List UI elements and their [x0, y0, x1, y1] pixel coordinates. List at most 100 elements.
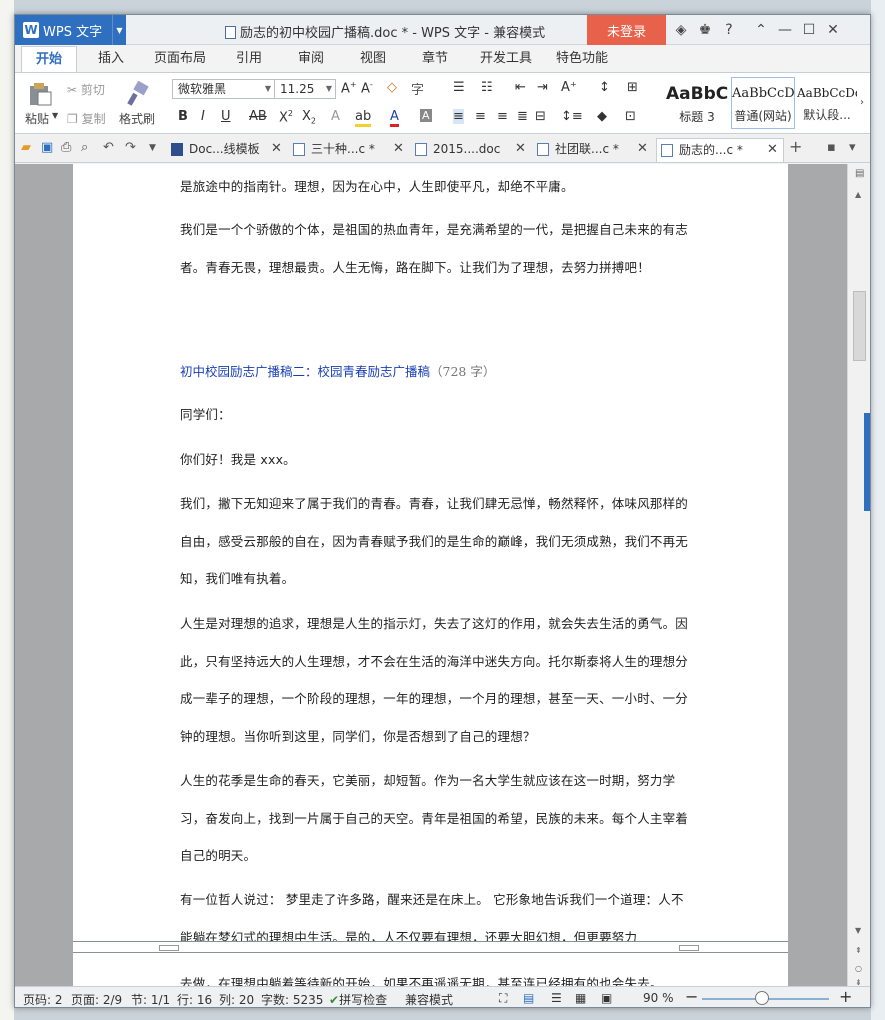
- app-menu-button[interactable]: W WPS 文字 ▼: [15, 15, 126, 45]
- font-color-icon[interactable]: A: [390, 109, 399, 127]
- reading-view-icon[interactable]: ▣: [601, 991, 612, 1005]
- close-button[interactable]: ✕: [821, 22, 845, 38]
- tab-view[interactable]: 视图: [351, 46, 395, 72]
- style-normal-web[interactable]: AaBbCcD 普通(网站): [731, 77, 795, 129]
- style-heading3[interactable]: AaBbC 标题 3: [665, 77, 729, 129]
- paste-button[interactable]: 粘贴: [25, 110, 49, 127]
- style-default-paragraph[interactable]: AaBbCcDd 默认段...: [797, 77, 857, 129]
- format-painter-icon[interactable]: [125, 80, 151, 107]
- document-area[interactable]: 是旅途中的指南针。理想，因为在心中，人生即使平凡，却绝不平庸。 我们是一个个骄傲…: [15, 164, 847, 986]
- paste-icon[interactable]: [27, 81, 53, 107]
- tab-page-layout[interactable]: 页面布局: [149, 46, 211, 72]
- bold-button[interactable]: B: [178, 109, 188, 124]
- clear-format-icon[interactable]: ◇: [387, 80, 397, 95]
- tab-chapter[interactable]: 章节: [413, 46, 457, 72]
- tab-references[interactable]: 引用: [227, 46, 271, 72]
- print-preview-icon[interactable]: ⌕: [81, 140, 88, 155]
- border-icon[interactable]: ⊡: [625, 109, 636, 124]
- char-shading-icon[interactable]: A: [420, 109, 432, 122]
- quick-access-dropdown-icon[interactable]: ▼: [149, 143, 156, 153]
- cut-button[interactable]: ✂ 剪切: [67, 81, 105, 98]
- shading-icon[interactable]: ◆: [597, 109, 607, 124]
- new-tab-icon[interactable]: +: [789, 137, 802, 156]
- close-tab-icon[interactable]: ✕: [767, 139, 778, 161]
- grow-font-button[interactable]: A+: [341, 80, 357, 96]
- phonetic-guide-icon[interactable]: 字: [411, 79, 424, 98]
- full-screen-icon[interactable]: ⛶: [499, 991, 507, 1006]
- tab-special-features[interactable]: 特色功能: [551, 46, 613, 72]
- print-icon[interactable]: ⎙: [61, 140, 71, 155]
- spell-check-button[interactable]: ✔拼写检查: [329, 991, 387, 1007]
- close-tab-icon[interactable]: ✕: [637, 138, 648, 160]
- zoom-in-button[interactable]: +: [839, 987, 852, 1006]
- strikethrough-button[interactable]: AB: [249, 109, 267, 124]
- font-size-select[interactable]: 11.25 ▼: [274, 79, 336, 99]
- doc-tab-3[interactable]: 2015....doc ✕: [411, 138, 529, 162]
- decrease-indent-icon[interactable]: ⇤: [515, 80, 526, 95]
- bullet-list-icon[interactable]: ☰: [453, 80, 465, 95]
- align-right-button[interactable]: ≡: [497, 109, 508, 124]
- tab-insert[interactable]: 插入: [89, 46, 133, 72]
- collapse-ribbon-icon[interactable]: ⌃: [749, 22, 773, 38]
- scroll-down-arrow[interactable]: ▼: [855, 926, 861, 935]
- doc-tab-4[interactable]: 社团联...c * ✕: [533, 138, 651, 162]
- tab-settings-icon[interactable]: ▾: [849, 140, 856, 155]
- highlight-icon[interactable]: ab: [355, 109, 372, 127]
- page-view-icon[interactable]: ▤: [523, 991, 534, 1005]
- document-page[interactable]: 是旅途中的指南针。理想，因为在心中，人生即使平凡，却绝不平庸。 我们是一个个骄傲…: [73, 164, 788, 986]
- tab-home[interactable]: 开始: [21, 46, 77, 72]
- paste-dropdown-icon[interactable]: ▼: [52, 111, 58, 120]
- previous-page-icon[interactable]: ⇞: [855, 946, 862, 955]
- undo-icon[interactable]: ↶: [103, 140, 114, 155]
- navigation-pane-icon[interactable]: ▤: [855, 168, 864, 179]
- login-button[interactable]: 未登录: [587, 15, 666, 45]
- vertical-scrollbar[interactable]: ▤ ▲ ▼ ⇞ ○ ⇟: [847, 164, 870, 987]
- copy-button[interactable]: ❐ 复制: [67, 110, 106, 127]
- table-border-icon[interactable]: ⊞: [627, 80, 638, 95]
- tab-developer[interactable]: 开发工具: [475, 46, 537, 72]
- redo-icon[interactable]: ↷: [125, 140, 136, 155]
- maximize-button[interactable]: ☐: [797, 22, 821, 38]
- save-icon[interactable]: ▣: [41, 140, 53, 155]
- distribute-button[interactable]: ⊟: [535, 109, 546, 124]
- shrink-font-button[interactable]: A-: [361, 80, 373, 96]
- justify-button[interactable]: ≣: [517, 109, 528, 124]
- scroll-up-arrow[interactable]: ▲: [855, 190, 861, 199]
- doc-tab-5-active[interactable]: 励志的...c * ✕: [656, 138, 784, 162]
- line-spacing-icon[interactable]: ↕≡: [561, 109, 583, 124]
- help-icon[interactable]: ?: [717, 22, 741, 38]
- chinese-layout-icon[interactable]: A⁺: [561, 80, 577, 95]
- select-browse-object-icon[interactable]: ○: [855, 964, 862, 973]
- open-icon[interactable]: ▰: [21, 140, 31, 155]
- skin-icon[interactable]: ♚: [693, 22, 717, 38]
- increase-indent-icon[interactable]: ⇥: [537, 80, 548, 95]
- close-tab-icon[interactable]: ✕: [271, 138, 282, 160]
- subscript-button[interactable]: X2: [302, 109, 316, 126]
- zoom-slider-knob[interactable]: [755, 991, 769, 1005]
- doc-tab-2[interactable]: 三十种...c * ✕: [289, 138, 407, 162]
- align-left-button[interactable]: ≡: [453, 109, 464, 124]
- superscript-button[interactable]: X2: [279, 109, 293, 125]
- sort-icon[interactable]: ↕: [599, 80, 610, 95]
- tab-review[interactable]: 审阅: [289, 46, 333, 72]
- zoom-level[interactable]: 90 %: [643, 991, 674, 1005]
- numbered-list-icon[interactable]: ☷: [481, 80, 493, 95]
- italic-button[interactable]: I: [201, 109, 205, 124]
- format-painter-button[interactable]: 格式刷: [119, 110, 155, 127]
- zoom-out-button[interactable]: −: [685, 987, 698, 1006]
- tab-list-icon[interactable]: ▪: [827, 140, 836, 155]
- styles-more-icon[interactable]: ›: [860, 97, 864, 108]
- doc-tab-1[interactable]: Doc...线模板 ✕: [167, 138, 285, 162]
- align-center-button[interactable]: ≡: [475, 109, 486, 124]
- close-tab-icon[interactable]: ✕: [393, 138, 404, 160]
- web-view-icon[interactable]: ▦: [575, 991, 586, 1005]
- status-word-count[interactable]: 字数: 5235: [261, 991, 323, 1007]
- minimize-button[interactable]: —: [773, 22, 797, 38]
- text-effect-icon[interactable]: A: [331, 109, 340, 124]
- outline-view-icon[interactable]: ☰: [551, 991, 562, 1005]
- side-panel-toggle[interactable]: [864, 413, 870, 511]
- close-tab-icon[interactable]: ✕: [515, 138, 526, 160]
- scrollbar-thumb[interactable]: [853, 291, 866, 361]
- font-family-select[interactable]: 微软雅黑 ▼: [172, 79, 275, 99]
- app-menu-dropdown-icon[interactable]: ▼: [112, 15, 126, 45]
